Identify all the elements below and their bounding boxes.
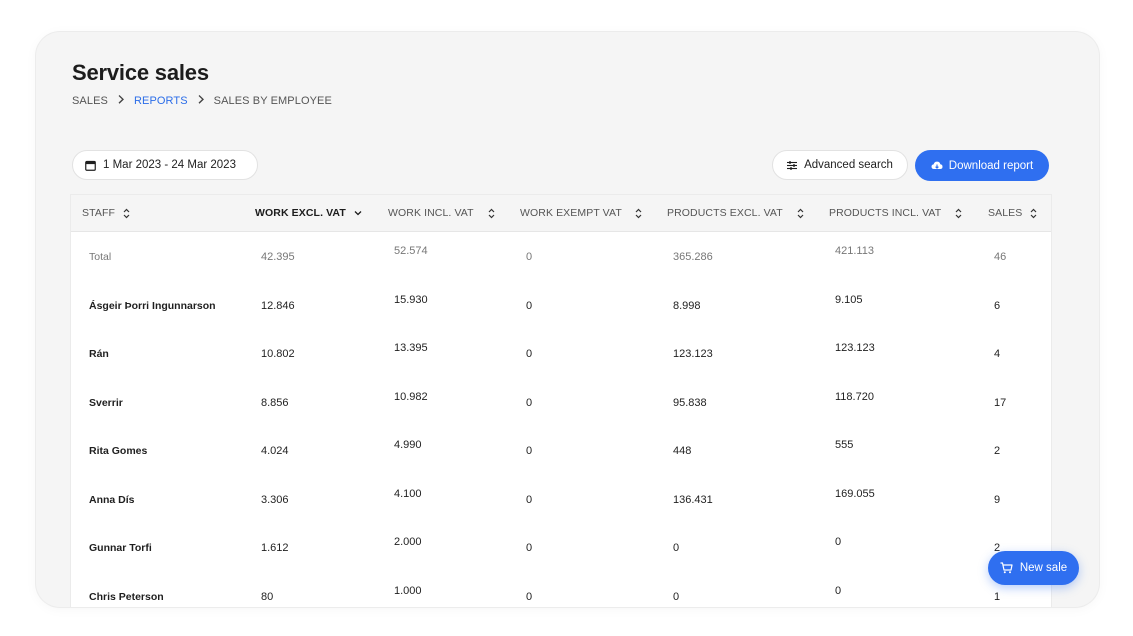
table-cell: 123.123 bbox=[835, 342, 875, 354]
column-header-staff[interactable]: STAFF bbox=[82, 195, 130, 231]
column-header-products-excl-vat[interactable]: PRODUCTS EXCL. VAT bbox=[667, 195, 804, 231]
table-cell: 136.431 bbox=[673, 493, 713, 506]
table-cell: 448 bbox=[673, 445, 692, 457]
table-cell: 1.612 bbox=[261, 542, 289, 554]
table-cell: 0 bbox=[526, 445, 533, 457]
sort-arrows-icon bbox=[797, 208, 804, 219]
sort-arrows-icon bbox=[488, 208, 495, 219]
table-cell: 2 bbox=[994, 445, 1001, 457]
table-row[interactable]: Anna Dís 3.306 4.100 0 136.431 169.055 9 bbox=[71, 475, 1051, 523]
advanced-search-button[interactable]: Advanced search bbox=[772, 150, 908, 180]
table-cell: 80 bbox=[261, 590, 274, 603]
table-cell: 0 bbox=[835, 584, 842, 597]
table-header: STAFF WORK EXCL. VAT WORK INCL. VAT WORK… bbox=[71, 195, 1051, 232]
cart-icon bbox=[1000, 562, 1013, 574]
table-cell: 365.286 bbox=[673, 251, 713, 263]
table-cell: 4 bbox=[994, 348, 1001, 360]
calendar-icon bbox=[85, 160, 96, 171]
new-sale-label: New sale bbox=[1019, 562, 1068, 574]
table-cell: 1 bbox=[994, 590, 1001, 603]
page-title: Service sales bbox=[72, 60, 209, 85]
table-row[interactable]: Ásgeir Þorri Ingunnarson 12.846 15.930 0 8.9… bbox=[71, 281, 1051, 329]
breadcrumb-sales-by-employee: SALES BY EMPLOYEE bbox=[213, 95, 332, 107]
table-row[interactable]: Sverrir 8.856 10.982 0 95.838 118.720 17 bbox=[71, 378, 1051, 426]
table-cell: 4.100 bbox=[394, 487, 422, 500]
table-cell: 3.306 bbox=[261, 493, 289, 506]
table-cell: 52.574 bbox=[394, 245, 428, 257]
table-cell: 4.024 bbox=[261, 445, 289, 457]
column-header-work-incl-vat[interactable]: WORK INCL. VAT bbox=[388, 195, 495, 231]
table-cell: 10.802 bbox=[261, 348, 295, 360]
table-cell: 0 bbox=[673, 590, 680, 603]
staff-name-cell: Gunnar Torfi bbox=[89, 542, 152, 554]
date-range-filter[interactable]: 1 Mar 2023 - 24 Mar 2023 bbox=[72, 150, 258, 180]
staff-name-cell: Rán bbox=[89, 348, 109, 360]
table-cell: 0 bbox=[526, 396, 533, 409]
table-cell: 95.838 bbox=[673, 396, 707, 409]
cloud-download-icon bbox=[931, 161, 943, 171]
staff-name-cell: Rita Gomes bbox=[89, 445, 148, 457]
table-cell: 4.990 bbox=[394, 439, 422, 451]
table-cell: 118.720 bbox=[835, 390, 874, 403]
table-cell: 13.395 bbox=[394, 342, 428, 354]
table-cell: 555 bbox=[835, 439, 854, 451]
table-cell: 12.846 bbox=[261, 299, 295, 312]
table-cell: 2.000 bbox=[394, 536, 422, 548]
chevron-down-icon bbox=[354, 210, 362, 216]
table-cell: 0 bbox=[526, 590, 533, 603]
breadcrumb-reports[interactable]: REPORTS bbox=[134, 95, 188, 107]
table-cell: 0 bbox=[526, 348, 533, 360]
table-row[interactable]: Rán 10.802 13.395 0 123.123 123.123 4 bbox=[71, 329, 1051, 377]
table-cell: 9 bbox=[994, 493, 1001, 506]
table-cell: 46 bbox=[994, 251, 1007, 263]
table-cell: 10.982 bbox=[394, 390, 428, 403]
staff-name-cell: Sverrir bbox=[89, 396, 123, 409]
sort-arrows-icon bbox=[635, 208, 642, 219]
sort-arrows-icon bbox=[1030, 208, 1037, 219]
date-range-label: 1 Mar 2023 - 24 Mar 2023 bbox=[103, 159, 236, 171]
chevron-right-icon bbox=[118, 94, 124, 107]
table-cell: 6 bbox=[994, 299, 1001, 312]
table-cell: 15.930 bbox=[394, 293, 428, 306]
table-cell: 8.998 bbox=[673, 299, 701, 312]
breadcrumb: SALES REPORTS SALES BY EMPLOYEE bbox=[72, 94, 332, 107]
table-cell: 17 bbox=[994, 396, 1007, 409]
table-cell: 0 bbox=[835, 536, 842, 548]
column-header-sales[interactable]: SALES bbox=[988, 195, 1037, 231]
sort-arrows-icon bbox=[955, 208, 962, 219]
breadcrumb-sales[interactable]: SALES bbox=[72, 95, 108, 107]
table-cell: 42.395 bbox=[261, 251, 295, 263]
sort-arrows-icon bbox=[123, 208, 130, 219]
table-cell: 9.105 bbox=[835, 293, 863, 306]
table-cell: 123.123 bbox=[673, 348, 713, 360]
table-row[interactable]: Rita Gomes 4.024 4.990 0 448 555 2 bbox=[71, 426, 1051, 474]
column-header-work-exempt-vat[interactable]: WORK EXEMPT VAT bbox=[520, 195, 642, 231]
staff-name-cell: Anna Dís bbox=[89, 493, 135, 506]
column-header-work-excl-vat[interactable]: WORK EXCL. VAT bbox=[255, 195, 362, 231]
table-cell: 0 bbox=[526, 493, 533, 506]
staff-name-cell: Total bbox=[89, 251, 112, 263]
table-cell: 0 bbox=[526, 251, 533, 263]
chevron-right-icon bbox=[198, 94, 204, 107]
table-row-total: Total 42.395 52.574 0 365.286 421.113 46 bbox=[71, 232, 1051, 280]
app-window: Service sales SALES REPORTS SALES BY EMP… bbox=[36, 32, 1099, 607]
download-report-label: Download report bbox=[948, 159, 1034, 172]
column-header-products-incl-vat[interactable]: PRODUCTS INCL. VAT bbox=[829, 195, 962, 231]
table-cell: 421.113 bbox=[835, 245, 874, 257]
table-row[interactable]: Gunnar Torfi 1.612 2.000 0 0 0 2 bbox=[71, 523, 1051, 571]
sliders-icon bbox=[787, 160, 798, 170]
table-cell: 0 bbox=[526, 542, 533, 554]
table-row[interactable]: Chris Peterson 80 1.000 0 0 0 1 bbox=[71, 572, 1051, 608]
table-cell: 169.055 bbox=[835, 487, 875, 500]
staff-name-cell: Chris Peterson bbox=[89, 590, 164, 603]
download-report-button[interactable]: Download report bbox=[915, 150, 1049, 181]
table-cell: 0 bbox=[526, 299, 533, 312]
staff-name-cell: Ásgeir Þorri Ingunnarson bbox=[89, 299, 216, 312]
table-cell: 1.000 bbox=[394, 584, 422, 597]
advanced-search-label: Advanced search bbox=[804, 159, 893, 171]
sales-table: STAFF WORK EXCL. VAT WORK INCL. VAT WORK… bbox=[71, 195, 1051, 607]
new-sale-button[interactable]: New sale bbox=[988, 551, 1079, 585]
table-cell: 0 bbox=[673, 542, 680, 554]
table-cell: 8.856 bbox=[261, 396, 289, 409]
